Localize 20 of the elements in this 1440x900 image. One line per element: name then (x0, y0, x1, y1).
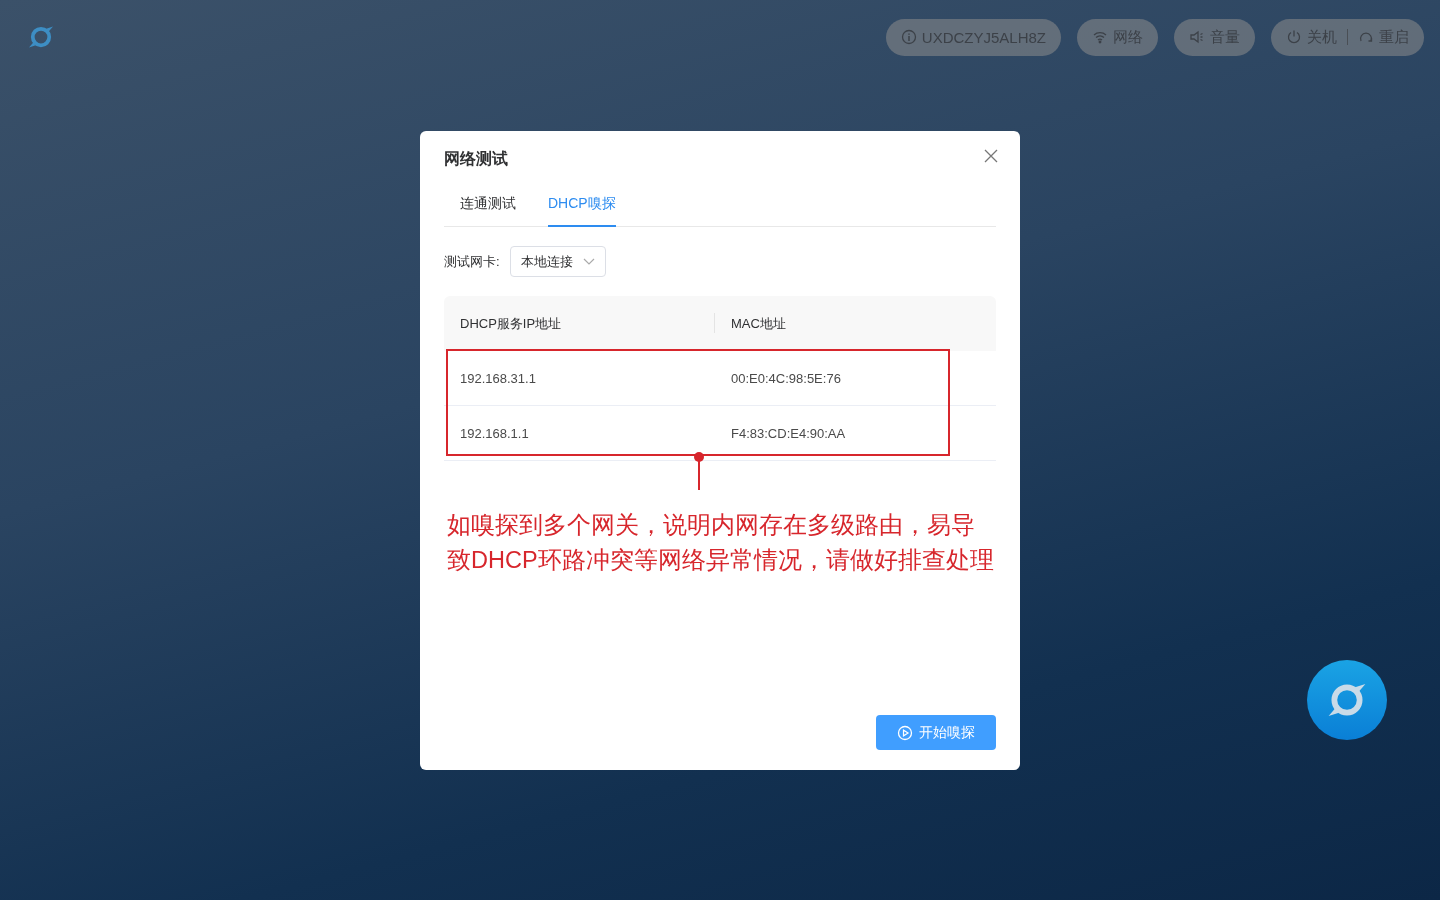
table-cell: F4:83:CD:E4:90:AA (715, 405, 996, 461)
info-icon (900, 29, 917, 45)
adapter-label: 测试网卡: (444, 252, 500, 271)
column-header: DHCP服务IP地址 (444, 296, 715, 351)
table-cell: 192.168.31.1 (444, 351, 715, 406)
dialog-title: 网络测试 (444, 149, 508, 169)
chevron-down-icon (582, 257, 595, 266)
play-icon (897, 724, 913, 741)
speaker-icon (1189, 29, 1205, 45)
tab[interactable]: 连通测试 (460, 184, 516, 227)
adapter-select[interactable]: 本地连接 (509, 246, 606, 277)
power-icon (1286, 29, 1302, 45)
column-header: MAC地址 (715, 296, 996, 351)
leader-line (693, 451, 705, 490)
wifi-icon (1092, 29, 1108, 45)
start-sniff-button[interactable]: 开始嗅探 (876, 715, 996, 750)
tab[interactable]: DHCP嗅探 (548, 184, 616, 227)
close-icon[interactable] (984, 148, 998, 163)
table-cell: 00:E0:4C:98:5E:76 (715, 351, 996, 406)
annotation-note: 如嗅探到多个网关，说明内网存在多级路由，易导致DHCP环路冲突等网络异常情况，请做好排查处理 (447, 511, 995, 575)
